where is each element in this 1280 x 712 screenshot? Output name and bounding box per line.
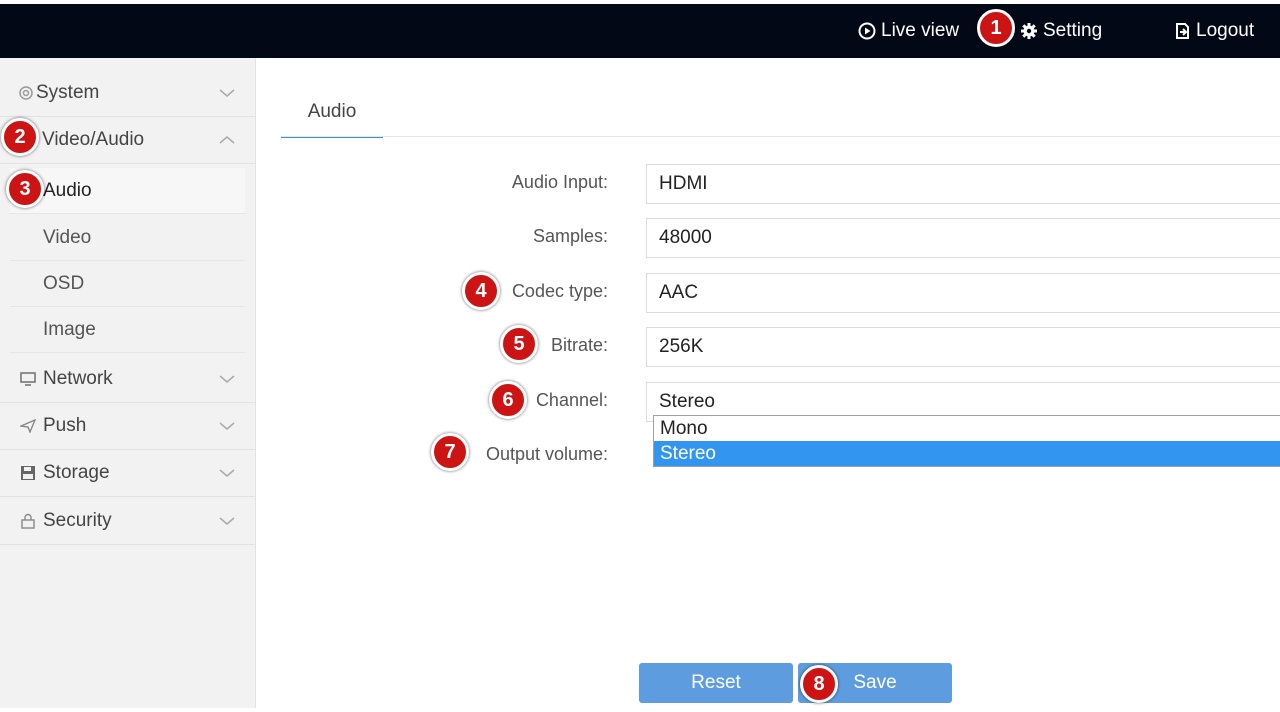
monitor-icon (20, 372, 36, 386)
top-navbar: Live view Setting Logout (0, 4, 1280, 58)
channel-dropdown-list: Mono Stereo (653, 415, 1280, 467)
live-view-label: Live view (881, 20, 960, 41)
sidebar-subitem-label: Audio (43, 179, 92, 201)
sidebar-item-storage[interactable]: Storage (0, 450, 255, 497)
annotation-badge-6: 6 (489, 381, 527, 419)
codec-type-select[interactable]: AAC (646, 273, 1280, 313)
setting-label: Setting (1043, 20, 1103, 41)
chevron-down-icon (219, 450, 235, 496)
gear-icon (19, 86, 33, 100)
annotation-badge-8: 8 (800, 665, 838, 703)
send-icon (20, 419, 36, 433)
sidebar-item-security[interactable]: Security (0, 498, 255, 545)
sidebar-subitem-image[interactable]: Image (10, 307, 245, 353)
annotation-badge-7: 7 (431, 433, 469, 471)
main-content: Audio Audio Input: HDMI Samples: 48000 C… (256, 58, 1280, 710)
sidebar-subitem-label: Image (43, 318, 96, 340)
tab-audio[interactable]: Audio (281, 88, 383, 138)
sidebar-item-label: System (36, 82, 100, 103)
chevron-down-icon (219, 356, 235, 402)
samples-select[interactable]: 48000 (646, 218, 1280, 258)
floppy-disk-icon (21, 466, 35, 480)
sidebar-item-label: Storage (43, 462, 110, 483)
chevron-up-icon (219, 117, 235, 163)
sidebar: System Video/Audio Audio Video OSD Image… (0, 58, 256, 710)
gear-icon (1021, 23, 1037, 39)
annotation-badge-3: 3 (6, 170, 44, 208)
sidebar-subitem-osd[interactable]: OSD (10, 261, 245, 307)
sidebar-item-system[interactable]: System (0, 70, 255, 117)
logout-link[interactable]: Logout (1173, 4, 1254, 58)
bitrate-select[interactable]: 256K (646, 327, 1280, 367)
chevron-down-icon (219, 403, 235, 449)
samples-label: Samples: (532, 226, 608, 246)
setting-link[interactable]: Setting (1020, 4, 1102, 58)
annotation-badge-1: 1 (977, 9, 1015, 47)
bitrate-label: Bitrate: (550, 335, 608, 355)
dropdown-option-mono[interactable]: Mono (654, 416, 1280, 441)
live-view-link[interactable]: Live view (858, 4, 959, 58)
lock-icon (21, 513, 35, 529)
sidebar-subitem-label: Video (43, 226, 92, 248)
sidebar-item-label: Security (43, 510, 112, 531)
sidebar-subitem-label: OSD (43, 272, 85, 294)
sidebar-item-network[interactable]: Network (0, 356, 255, 403)
dropdown-option-stereo[interactable]: Stereo (654, 441, 1280, 466)
audio-input-select[interactable]: HDMI (646, 164, 1280, 204)
sidebar-item-label: Network (43, 368, 113, 389)
sidebar-subitem-audio[interactable]: Audio (10, 168, 245, 214)
annotation-badge-4: 4 (462, 272, 500, 310)
annotation-badge-2: 2 (1, 118, 39, 156)
audio-input-label: Audio Input: (511, 172, 608, 192)
logout-label: Logout (1196, 20, 1255, 41)
chevron-down-icon (219, 498, 235, 544)
bottom-strip (0, 708, 1280, 712)
chevron-down-icon (219, 70, 235, 116)
sidebar-item-push[interactable]: Push (0, 403, 255, 450)
sidebar-item-label: Video/Audio (42, 129, 145, 150)
logout-icon (1176, 23, 1189, 39)
annotation-badge-5: 5 (500, 325, 538, 363)
output-volume-label: Output volume: (485, 444, 608, 464)
channel-label: Channel: (535, 390, 608, 410)
play-icon (858, 22, 876, 40)
reset-button[interactable]: Reset (639, 663, 793, 703)
tab-underline (281, 136, 1280, 137)
sidebar-subitem-video[interactable]: Video (10, 215, 245, 261)
sidebar-item-label: Push (43, 415, 87, 436)
